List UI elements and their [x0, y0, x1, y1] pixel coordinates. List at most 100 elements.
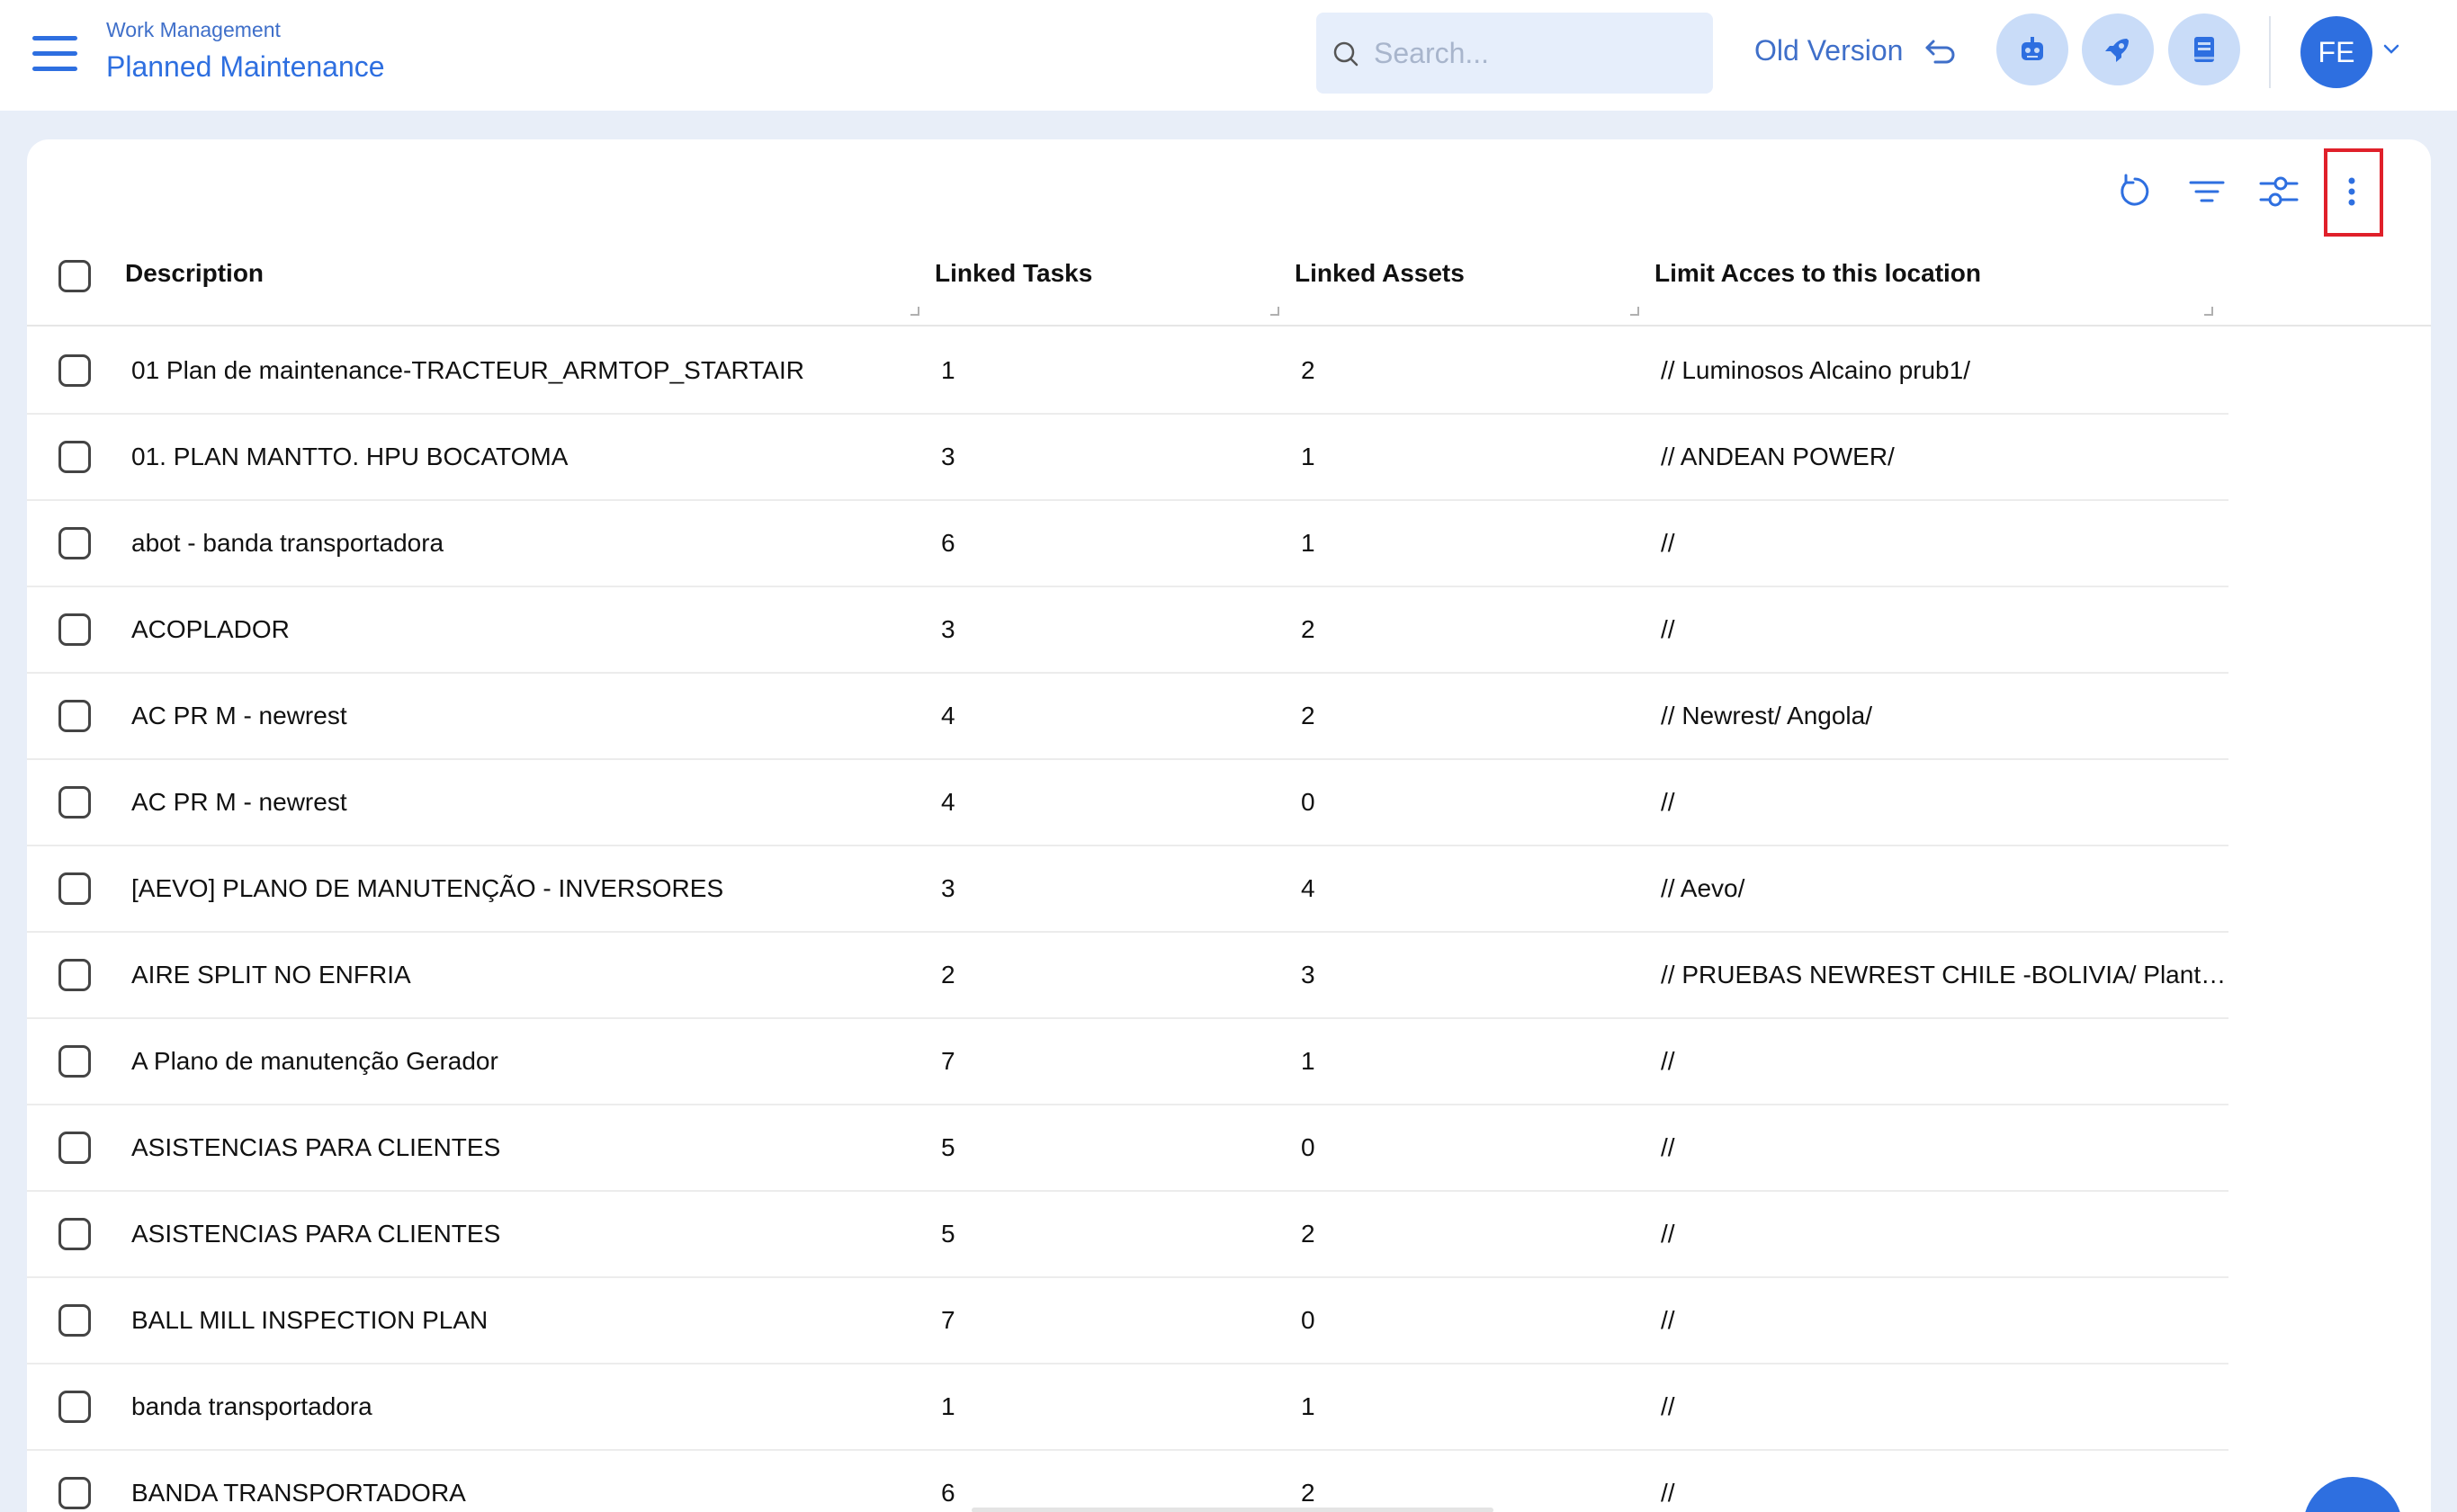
table-row[interactable]: ACOPLADOR 3 2 // — [27, 587, 2228, 674]
menu-icon[interactable] — [32, 36, 77, 72]
cell-linked-assets: 2 — [1301, 1479, 1315, 1507]
column-resize-handle[interactable] — [1630, 307, 1639, 316]
chevron-down-icon[interactable] — [2382, 43, 2400, 56]
cell-location: // — [1661, 1133, 1675, 1161]
cell-location: // ANDEAN POWER/ — [1661, 443, 1895, 470]
row-checkbox[interactable] — [58, 1045, 91, 1078]
column-header-location[interactable]: Limit Acces to this location — [1654, 259, 1981, 288]
cell-linked-tasks: 1 — [941, 1392, 955, 1420]
top-header: Work Management Planned Maintenance Old … — [0, 0, 2457, 111]
column-resize-handle[interactable] — [1270, 307, 1279, 316]
column-header-linked-tasks[interactable]: Linked Tasks — [935, 259, 1092, 288]
table-row[interactable]: banda transportadora 1 1 // — [27, 1364, 2228, 1451]
row-checkbox[interactable] — [58, 1304, 91, 1337]
cell-description: abot - banda transportadora — [131, 529, 444, 557]
cell-description: ASISTENCIAS PARA CLIENTES — [131, 1220, 501, 1248]
cell-linked-assets: 2 — [1301, 1220, 1315, 1248]
cell-linked-tasks: 3 — [941, 443, 955, 470]
cell-linked-tasks: 7 — [941, 1047, 955, 1075]
column-resize-handle[interactable] — [2204, 307, 2213, 316]
row-checkbox[interactable] — [58, 786, 91, 819]
cell-description: AC PR M - newrest — [131, 702, 347, 729]
table-row[interactable]: AC PR M - newrest 4 0 // — [27, 760, 2228, 846]
table-row[interactable]: [AEVO] PLANO DE MANUTENÇÃO - INVERSORES … — [27, 846, 2228, 933]
cell-linked-tasks: 6 — [941, 529, 955, 557]
select-all-checkbox[interactable] — [58, 260, 91, 292]
cell-location: // — [1661, 788, 1675, 816]
avatar[interactable]: FE — [2300, 16, 2372, 88]
cell-description: AC PR M - newrest — [131, 788, 347, 816]
table-row[interactable]: abot - banda transportadora 6 1 // — [27, 501, 2228, 587]
row-checkbox[interactable] — [58, 700, 91, 732]
row-checkbox[interactable] — [58, 959, 91, 991]
cell-linked-assets: 2 — [1301, 615, 1315, 643]
cell-description: [AEVO] PLANO DE MANUTENÇÃO - INVERSORES — [131, 874, 724, 902]
cell-description: ASISTENCIAS PARA CLIENTES — [131, 1133, 501, 1161]
column-header-linked-assets[interactable]: Linked Assets — [1295, 259, 1465, 288]
search-box[interactable] — [1316, 13, 1713, 94]
table-row[interactable]: ASISTENCIAS PARA CLIENTES 5 2 // — [27, 1192, 2228, 1278]
cell-location: // — [1661, 529, 1675, 557]
horizontal-scrollbar[interactable] — [972, 1508, 1493, 1512]
sliders-icon — [2259, 176, 2299, 207]
refresh-button[interactable] — [2108, 165, 2162, 219]
table-row[interactable]: AC PR M - newrest 4 2 // Newrest/ Angola… — [27, 674, 2228, 760]
column-settings-button[interactable] — [2252, 165, 2306, 219]
search-input[interactable] — [1374, 31, 1698, 76]
table-row[interactable]: 01 Plan de maintenance-TRACTEUR_ARMTOP_S… — [27, 328, 2228, 415]
row-checkbox[interactable] — [58, 1218, 91, 1250]
column-resize-handle[interactable] — [910, 307, 919, 316]
filter-button[interactable] — [2180, 165, 2234, 219]
docs-button[interactable] — [2168, 13, 2240, 85]
row-checkbox[interactable] — [58, 872, 91, 905]
cell-linked-assets: 1 — [1301, 1392, 1315, 1420]
table-row[interactable]: BANDA TRANSPORTADORA 6 2 // — [27, 1451, 2228, 1512]
cell-location: // PRUEBAS NEWREST CHILE -BOLIVIA/ Plant… — [1661, 961, 2228, 989]
cell-location: // Aevo/ — [1661, 874, 1745, 902]
cell-location: // Newrest/ Angola/ — [1661, 702, 1873, 729]
breadcrumb[interactable]: Work Management — [106, 18, 281, 42]
row-checkbox[interactable] — [58, 1477, 91, 1509]
cell-linked-tasks: 5 — [941, 1220, 955, 1248]
column-header-description[interactable]: Description — [125, 259, 264, 288]
table-row[interactable]: BALL MILL INSPECTION PLAN 7 0 // — [27, 1278, 2228, 1364]
highlight-box — [2324, 148, 2383, 237]
row-checkbox[interactable] — [58, 1391, 91, 1423]
row-checkbox[interactable] — [58, 613, 91, 646]
cell-description: banda transportadora — [131, 1392, 372, 1420]
rocket-icon — [2105, 39, 2129, 62]
table-row[interactable]: 01. PLAN MANTTO. HPU BOCATOMA 3 1 // AND… — [27, 415, 2228, 501]
robot-icon — [2022, 37, 2043, 60]
table-card: Description Linked Tasks Linked Assets L… — [27, 139, 2431, 1512]
cell-linked-assets: 2 — [1301, 356, 1315, 384]
cell-linked-tasks: 4 — [941, 788, 955, 816]
cell-description: BANDA TRANSPORTADORA — [131, 1479, 466, 1507]
cell-description: AIRE SPLIT NO ENFRIA — [131, 961, 411, 989]
cell-linked-tasks: 6 — [941, 1479, 955, 1507]
assistant-bot-button[interactable] — [1996, 13, 2068, 85]
cell-linked-tasks: 3 — [941, 874, 955, 902]
filter-icon — [2189, 181, 2225, 202]
row-checkbox[interactable] — [58, 354, 91, 387]
row-checkbox[interactable] — [58, 527, 91, 559]
table-row[interactable]: A Plano de manutenção Gerador 7 1 // — [27, 1019, 2228, 1105]
cell-location: // — [1661, 615, 1675, 643]
page-title: Planned Maintenance — [106, 50, 385, 83]
cell-linked-assets: 4 — [1301, 874, 1315, 902]
book-icon — [2194, 37, 2214, 62]
rocket-button[interactable] — [2082, 13, 2154, 85]
table-row[interactable]: AIRE SPLIT NO ENFRIA 2 3 // PRUEBAS NEWR… — [27, 933, 2228, 1019]
table-row[interactable]: ASISTENCIAS PARA CLIENTES 5 0 // — [27, 1105, 2228, 1192]
undo-icon[interactable] — [1923, 34, 1959, 70]
cell-linked-tasks: 7 — [941, 1306, 955, 1334]
old-version-link[interactable]: Old Version — [1754, 34, 1903, 67]
cell-linked-assets: 0 — [1301, 1133, 1315, 1161]
row-checkbox[interactable] — [58, 1132, 91, 1164]
cell-description: BALL MILL INSPECTION PLAN — [131, 1306, 489, 1334]
cell-description: 01 Plan de maintenance-TRACTEUR_ARMTOP_S… — [131, 356, 804, 384]
cell-location: // — [1661, 1047, 1675, 1075]
cell-linked-assets: 1 — [1301, 443, 1315, 470]
cell-linked-assets: 0 — [1301, 788, 1315, 816]
cell-linked-assets: 0 — [1301, 1306, 1315, 1334]
row-checkbox[interactable] — [58, 441, 91, 473]
